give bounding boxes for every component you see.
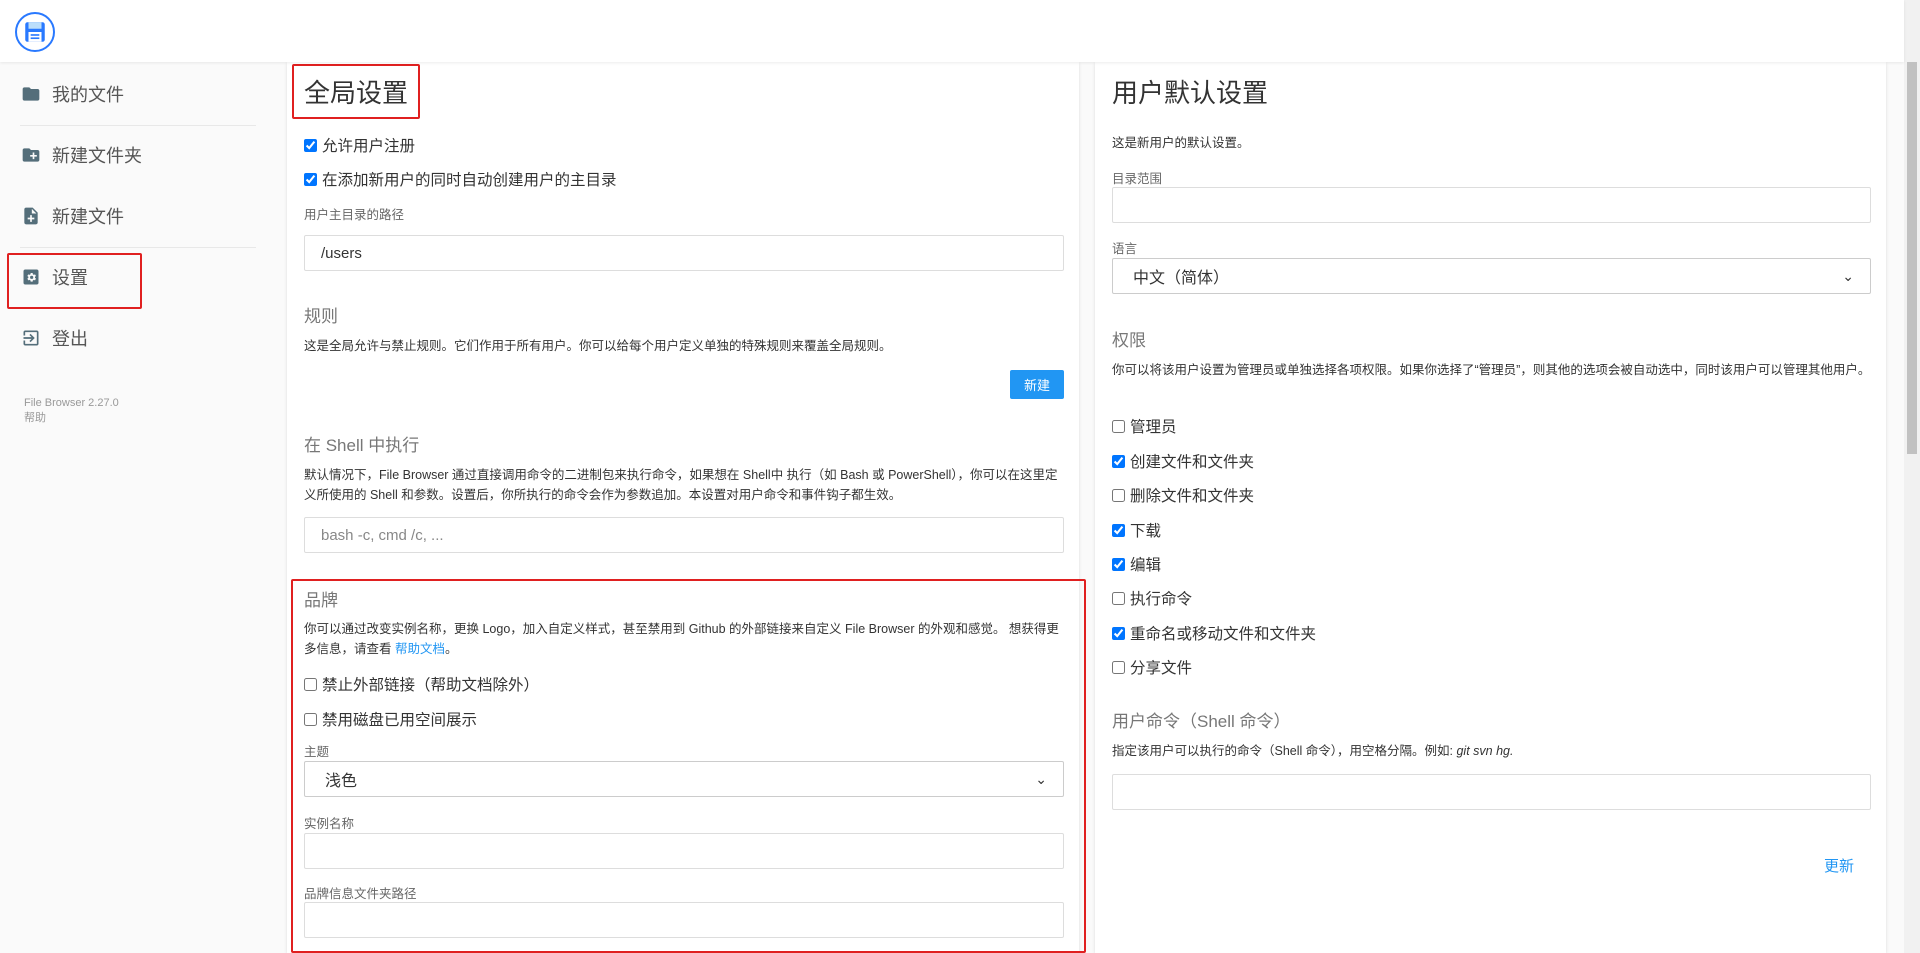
sidebar-item-logout[interactable]: 登出 — [20, 316, 252, 360]
language-label: 语言 — [1112, 242, 1138, 256]
allow-signup-checkbox[interactable]: 允许用户注册 — [304, 134, 415, 156]
theme-value: 浅色 — [325, 773, 358, 790]
shell-description: 默认情况下，File Browser 通过直接调用命令的二进制包来执行命令，如果… — [304, 468, 1058, 502]
scrollbar[interactable] — [1904, 0, 1920, 953]
checkbox[interactable] — [1112, 488, 1125, 502]
sidebar-item-label: 登出 — [52, 329, 88, 349]
chevron-down-icon: ⌄ — [1035, 770, 1047, 787]
instance-name-label: 实例名称 — [304, 817, 355, 831]
shell-input[interactable] — [304, 517, 1064, 553]
permissions-title: 权限 — [1112, 331, 1146, 350]
checkbox[interactable] — [1112, 660, 1125, 674]
scrollbar-thumb[interactable] — [1907, 62, 1917, 454]
checkbox-label: 禁用磁盘已用空间展示 — [322, 712, 478, 729]
permission-label: 编辑 — [1130, 557, 1162, 574]
checkbox[interactable] — [304, 677, 317, 691]
checkbox[interactable] — [1112, 591, 1125, 605]
branding-dir-input[interactable] — [304, 902, 1064, 938]
folder-plus-icon — [20, 144, 42, 166]
checkbox-label: 禁止外部链接（帮助文档除外） — [322, 677, 540, 694]
create-home-checkbox[interactable]: 在添加新用户的同时自动创建用户的主目录 — [304, 168, 617, 190]
user-commands-input[interactable] — [1112, 774, 1871, 810]
file-plus-icon — [20, 205, 42, 227]
checkbox[interactable] — [1112, 557, 1125, 571]
sidebar-item-label: 新建文件夹 — [52, 146, 142, 166]
checkbox-label: 在添加新用户的同时自动创建用户的主目录 — [322, 172, 617, 189]
branding-title: 品牌 — [304, 591, 338, 610]
home-path-label: 用户主目录的路径 — [304, 208, 405, 222]
checkbox[interactable] — [1112, 454, 1125, 468]
sidebar-item-new-file[interactable]: 新建文件 — [20, 194, 252, 238]
gear-icon — [20, 266, 42, 288]
permission-label: 创建文件和文件夹 — [1130, 454, 1255, 471]
permission-checkbox[interactable]: 删除文件和文件夹 — [1112, 484, 1254, 506]
user-commands-title: 用户命令（Shell 命令） — [1112, 712, 1291, 731]
home-path-input[interactable] — [304, 235, 1064, 271]
permission-label: 执行命令 — [1130, 591, 1193, 608]
update-button[interactable]: 更新 — [1824, 855, 1854, 876]
global-settings-card — [287, 62, 1079, 953]
help-docs-link[interactable]: 帮助文档 — [395, 642, 445, 656]
defaults-title: 用户默认设置 — [1112, 78, 1269, 108]
logout-icon — [20, 327, 42, 349]
language-select[interactable]: 中文（简体） ⌄ — [1112, 258, 1871, 294]
sidebar-item-label: 新建文件 — [52, 207, 124, 227]
checkbox[interactable] — [1112, 419, 1125, 433]
sidebar-item-my-files[interactable]: 我的文件 — [20, 72, 252, 116]
permission-label: 重命名或移动文件和文件夹 — [1130, 626, 1317, 643]
permission-checkbox[interactable]: 编辑 — [1112, 553, 1161, 575]
disable-external-links-checkbox[interactable]: 禁止外部链接（帮助文档除外） — [304, 673, 539, 695]
theme-label: 主题 — [304, 745, 330, 759]
rules-description: 这是全局允许与禁止规则。它们作用于所有用户。你可以给每个用户定义单独的特殊规则来… — [304, 339, 892, 353]
chevron-down-icon: ⌄ — [1842, 267, 1854, 284]
scope-input[interactable] — [1112, 187, 1871, 223]
commands-text: 指定该用户可以执行的命令（Shell 命令），用空格分隔。例如: — [1112, 744, 1453, 758]
defaults-intro: 这是新用户的默认设置。 — [1112, 136, 1250, 150]
checkbox[interactable] — [304, 138, 317, 152]
permissions-description: 你可以将该用户设置为管理员或单独选择各项权限。如果你选择了“管理员”，则其他的选… — [1112, 363, 1871, 377]
branding-end: 。 — [445, 642, 458, 656]
new-rule-button[interactable]: 新建 — [1010, 370, 1064, 399]
permission-checkbox[interactable]: 执行命令 — [1112, 587, 1192, 609]
page-title: 全局设置 — [304, 78, 409, 108]
permission-label: 分享文件 — [1130, 660, 1193, 677]
checkbox-label: 允许用户注册 — [322, 138, 416, 155]
divider — [20, 247, 256, 248]
permission-checkbox[interactable]: 创建文件和文件夹 — [1112, 450, 1254, 472]
instance-name-input[interactable] — [304, 833, 1064, 869]
commands-example: git svn hg. — [1456, 744, 1514, 758]
sidebar-item-label: 我的文件 — [52, 85, 124, 105]
permission-label: 删除文件和文件夹 — [1130, 488, 1255, 505]
branding-description: 你可以通过改变实例名称，更换 Logo，加入自定义样式，甚至禁用到 Github… — [304, 619, 1066, 659]
sidebar-item-settings[interactable]: 设置 — [20, 255, 252, 299]
sidebar-item-label: 设置 — [52, 268, 88, 288]
permission-checkbox[interactable]: 下载 — [1112, 519, 1161, 541]
floppy-logo-icon — [25, 22, 45, 42]
disable-disk-usage-checkbox[interactable]: 禁用磁盘已用空间展示 — [304, 708, 477, 730]
checkbox[interactable] — [304, 172, 317, 186]
sidebar: 我的文件 新建文件夹 新建文件 设置 登出 File Browser 2.27.… — [0, 62, 260, 953]
app-logo[interactable] — [15, 12, 55, 52]
help-link[interactable]: 帮助 — [24, 411, 119, 426]
checkbox[interactable] — [1112, 523, 1125, 537]
folder-icon — [20, 83, 42, 105]
permission-checkbox[interactable]: 分享文件 — [1112, 656, 1192, 678]
scope-label: 目录范围 — [1112, 172, 1163, 186]
divider — [20, 125, 256, 126]
checkbox[interactable] — [1112, 626, 1125, 640]
permission-label: 下载 — [1130, 523, 1162, 540]
checkbox[interactable] — [304, 712, 317, 726]
user-commands-description: 指定该用户可以执行的命令（Shell 命令），用空格分隔。例如: git svn… — [1112, 741, 1513, 761]
sidebar-item-new-folder[interactable]: 新建文件夹 — [20, 133, 252, 177]
permission-label: 管理员 — [1130, 419, 1177, 436]
shell-title: 在 Shell 中执行 — [304, 436, 420, 455]
branding-dir-label: 品牌信息文件夹路径 — [304, 887, 417, 901]
theme-select[interactable]: 浅色 ⌄ — [304, 761, 1064, 797]
permission-checkbox[interactable]: 管理员 — [1112, 415, 1177, 437]
rules-title: 规则 — [304, 307, 338, 326]
permission-checkbox[interactable]: 重命名或移动文件和文件夹 — [1112, 622, 1316, 644]
top-header — [0, 0, 1904, 62]
language-value: 中文（简体） — [1133, 270, 1230, 287]
version-text: File Browser 2.27.0 — [24, 397, 119, 409]
